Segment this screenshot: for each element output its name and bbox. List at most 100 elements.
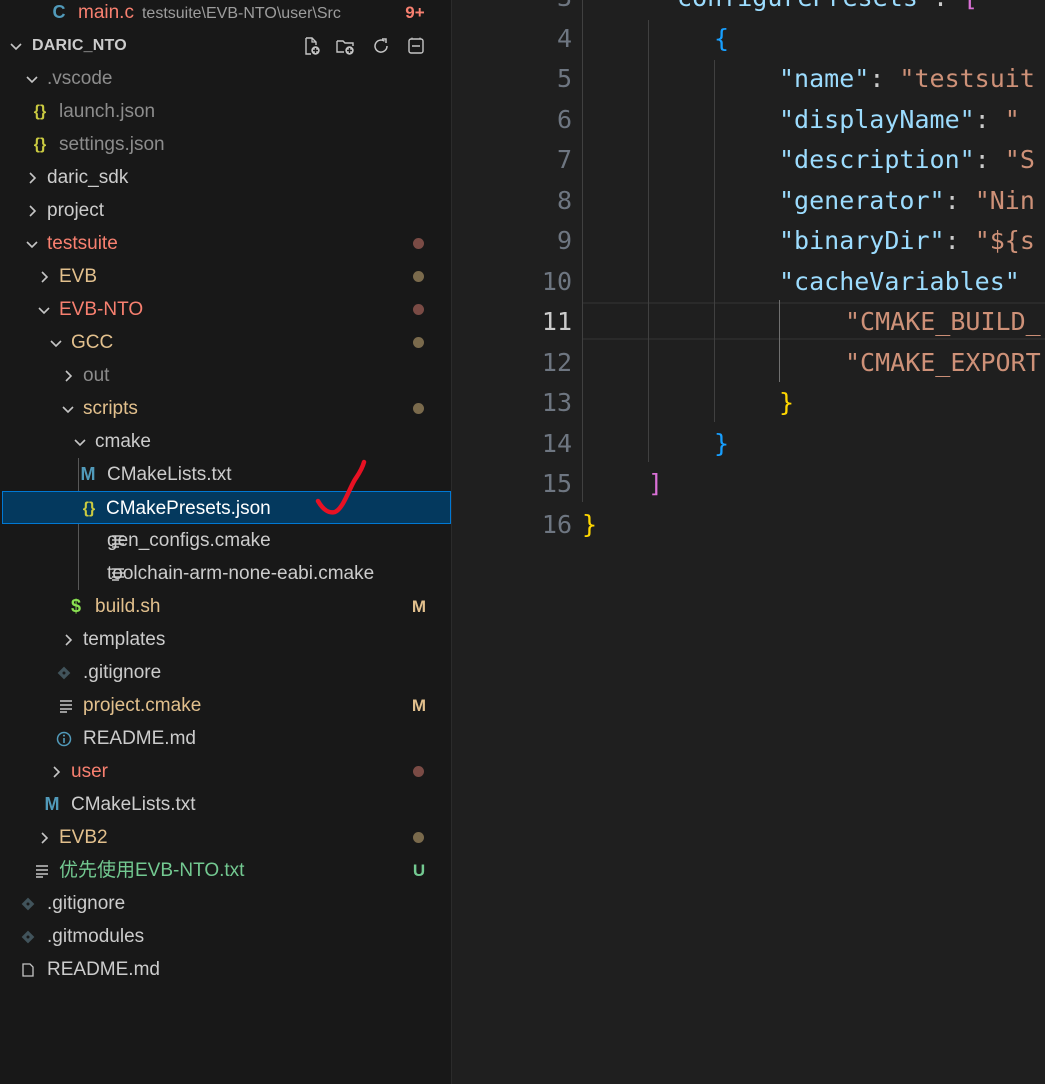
error-dot <box>413 766 424 777</box>
chevron-right-icon <box>34 821 54 854</box>
modified-badge: M <box>411 597 427 616</box>
tree-item-label: testsuite <box>47 233 118 254</box>
info-icon <box>53 722 75 755</box>
tree-item-readme-root[interactable]: README.md <box>0 953 451 986</box>
code-editor[interactable]: 3 4 5 6 7 8 9 10 11 12 13 14 15 16 "conf… <box>452 0 1045 1084</box>
tree-item-label: GCC <box>71 332 114 353</box>
lines-file-icon <box>55 689 77 722</box>
tree-item-gcc[interactable]: GCC <box>0 326 451 359</box>
tree-item-testsuite[interactable]: testsuite <box>0 227 451 260</box>
line-number-active: 11 <box>541 307 572 336</box>
tree-item-label: project.cmake <box>83 695 202 716</box>
code-line: "CMAKE_EXPORT <box>845 348 1041 377</box>
chevron-down-icon <box>22 62 42 95</box>
tree-item-launch-json[interactable]: {} launch.json <box>0 95 451 128</box>
tree-item-label: cmake <box>95 431 151 452</box>
tree-item-label: toolchain-arm-none-eabi.cmake <box>107 563 375 584</box>
tree-item-toolchain[interactable]: toolchain-arm-none-eabi.cmake <box>0 557 451 590</box>
new-file-icon[interactable] <box>299 33 323 59</box>
tree-item-evb-nto[interactable]: EVB-NTO <box>0 293 451 326</box>
tree-item-build-sh[interactable]: $ build.sh M <box>0 590 451 623</box>
tree-item-label: .gitignore <box>83 662 162 683</box>
indent-guide <box>648 20 649 462</box>
chevron-down-icon <box>6 29 26 62</box>
tree-item-evb[interactable]: EVB <box>0 260 451 293</box>
line-number: 4 <box>556 24 572 53</box>
tree-item-label: .gitignore <box>47 893 126 914</box>
chevron-down-icon <box>70 425 90 458</box>
code-line-active: "CMAKE_BUILD_ <box>845 307 1041 336</box>
modified-dot <box>413 271 424 282</box>
code-line: } <box>582 510 598 539</box>
error-dot <box>413 238 424 249</box>
tree-item-label: settings.json <box>59 134 165 155</box>
open-editor-filename: main.c <box>78 2 134 23</box>
c-file-icon: C <box>52 2 66 22</box>
line-number: 10 <box>541 267 572 296</box>
open-editor-path: testsuite\EVB-NTO\user\Src <box>141 5 341 22</box>
line-number: 3 <box>482 0 572 18</box>
chevron-right-icon <box>46 755 66 788</box>
tree-item-out[interactable]: out <box>0 359 451 392</box>
tree-item-project[interactable]: project <box>0 194 451 227</box>
tree-item-label: user <box>71 761 108 782</box>
tree-item-gitignore-root[interactable]: .gitignore <box>0 887 451 920</box>
tree-item-evb2[interactable]: EVB2 <box>0 821 451 854</box>
modified-dot <box>413 403 424 414</box>
indent-guide <box>714 60 715 422</box>
tree-item-user[interactable]: user <box>0 755 451 788</box>
section-title: DARIC_NTO <box>32 37 127 54</box>
cmake-m-icon: M <box>80 464 96 484</box>
tree-item-daric-sdk[interactable]: daric_sdk <box>0 161 451 194</box>
tree-item-readme-cn-txt[interactable]: 优先使用EVB-NTO.txt U <box>0 854 451 887</box>
collapse-all-icon[interactable] <box>404 33 428 59</box>
tree-item-label: out <box>83 365 110 386</box>
tree-item-settings-json[interactable]: {} settings.json <box>0 128 451 161</box>
tree-item-gitmodules[interactable]: .gitmodules <box>0 920 451 953</box>
chevron-down-icon <box>22 227 42 260</box>
chevron-right-icon <box>22 161 42 194</box>
chevron-down-icon <box>34 293 54 326</box>
tree-item-label: CMakeLists.txt <box>107 464 232 485</box>
code-line: "configurePresets": [ <box>662 0 978 18</box>
cmake-m-icon: M <box>44 794 60 814</box>
modified-dot <box>413 832 424 843</box>
new-folder-icon[interactable] <box>333 33 357 59</box>
indent-guide <box>582 0 583 502</box>
tree-item-vscode[interactable]: .vscode <box>0 62 451 95</box>
code-line: "displayName": " <box>779 105 1020 134</box>
json-icon: {} <box>33 102 47 120</box>
refresh-icon[interactable] <box>369 33 393 59</box>
line-number: 9 <box>556 226 572 255</box>
tree-item-cmakepresets-selected[interactable]: {} CMakePresets.json <box>2 491 451 524</box>
tree-item-project-cmake[interactable]: project.cmake M <box>0 689 451 722</box>
tree-item-cmakelists-testsuite[interactable]: M CMakeLists.txt <box>0 788 451 821</box>
tree-item-label: gen_configs.cmake <box>107 530 271 551</box>
problems-badge: 9+ <box>405 3 425 22</box>
tree-item-label: EVB2 <box>59 827 108 848</box>
chevron-down-icon <box>58 392 78 425</box>
tree-item-gitignore[interactable]: .gitignore <box>0 656 451 689</box>
chevron-right-icon <box>58 359 78 392</box>
tree-item-readme[interactable]: README.md <box>0 722 451 755</box>
tree-item-scripts[interactable]: scripts <box>0 392 451 425</box>
tree-item-label: .gitmodules <box>47 926 145 947</box>
open-editor-item[interactable]: C main.c testsuite\EVB-NTO\user\Src 9+ <box>0 0 451 29</box>
line-number: 7 <box>556 145 572 174</box>
tree-item-templates[interactable]: templates <box>0 623 451 656</box>
error-dot <box>413 304 424 315</box>
tree-item-gen-configs[interactable]: gen_configs.cmake <box>0 524 451 557</box>
tree-item-label: 优先使用EVB-NTO.txt <box>59 860 245 881</box>
tree-item-cmake-folder[interactable]: cmake <box>0 425 451 458</box>
git-icon <box>17 887 39 920</box>
tree-item-label: daric_sdk <box>47 167 129 188</box>
tree-item-label: CMakeLists.txt <box>71 794 196 815</box>
active-indent-guide <box>779 300 780 382</box>
tree-item-cmakelists[interactable]: M CMakeLists.txt <box>0 458 451 491</box>
code-line: "cacheVariables" <box>779 267 1020 296</box>
line-number: 5 <box>556 64 572 93</box>
code-line: "name": "testsuit <box>779 64 1035 93</box>
line-number: 16 <box>541 510 572 539</box>
untracked-badge: U <box>412 861 426 880</box>
tree-item-label: EVB-NTO <box>59 299 144 320</box>
